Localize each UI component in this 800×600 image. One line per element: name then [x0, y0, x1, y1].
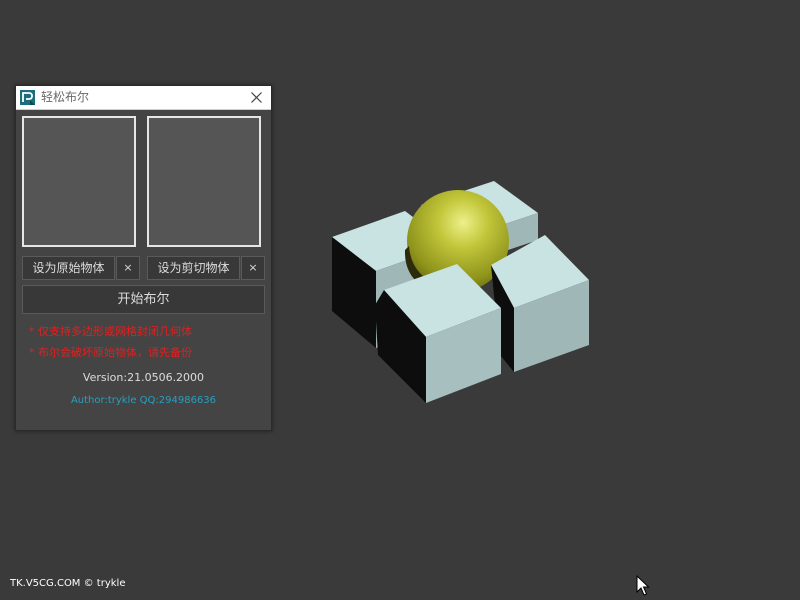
close-button[interactable] [242, 86, 271, 109]
clear-cutter-button[interactable]: × [241, 256, 265, 280]
version-label: Version:21.0506.2000 [82, 371, 205, 384]
author-label: Author:trykle QQ:294986636 [70, 395, 217, 406]
start-boolean-button[interactable]: 开始布尔 [22, 285, 265, 314]
warning-note: * 仅支持多边形或网格封闭几何体 [29, 325, 192, 338]
dialog-titlebar[interactable]: 轻松布尔 [16, 86, 271, 110]
close-icon [251, 92, 262, 103]
dialog-title: 轻松布尔 [41, 90, 90, 104]
easy-boolean-dialog: 轻松布尔 设为原始物体 × 设为剪切物体 × 开始布尔 * 仅支持多边形或网格封… [15, 85, 272, 431]
warning-note: * 布尔会破坏原始物体，请先备份 [29, 346, 192, 359]
clear-original-button[interactable]: × [116, 256, 140, 280]
3dsmax-app-icon [20, 90, 35, 105]
mouse-pointer-icon [636, 575, 650, 596]
watermark: TK.V5CG.COM © trykle [10, 578, 126, 589]
original-object-preview [22, 116, 136, 247]
cutter-object-preview [147, 116, 261, 247]
set-cutter-button[interactable]: 设为剪切物体 [147, 256, 240, 280]
set-original-button[interactable]: 设为原始物体 [22, 256, 115, 280]
viewport[interactable]: 轻松布尔 设为原始物体 × 设为剪切物体 × 开始布尔 * 仅支持多边形或网格封… [0, 0, 800, 600]
